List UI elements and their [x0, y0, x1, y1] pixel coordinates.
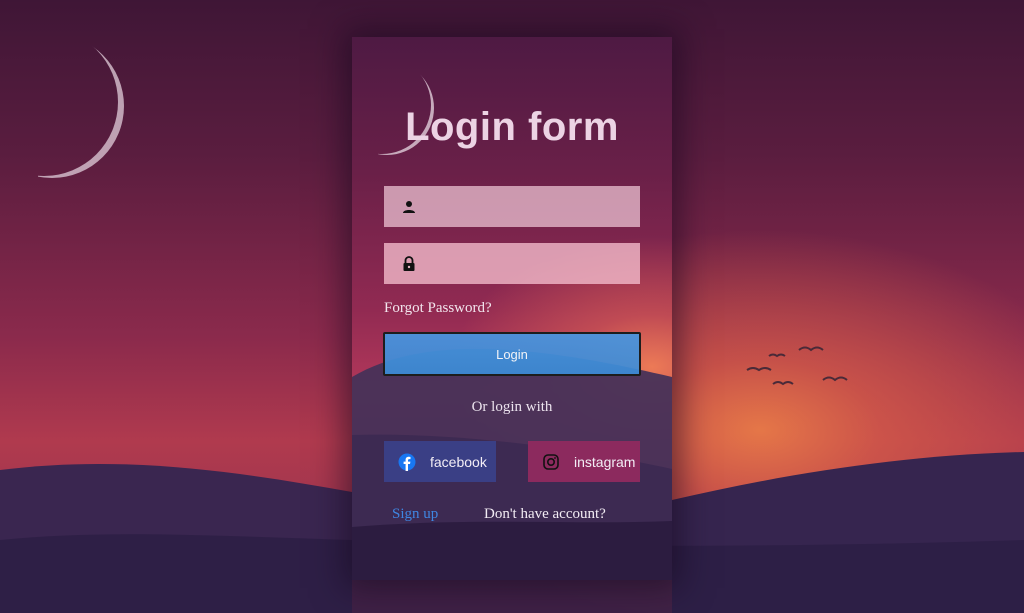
no-account-label: Don't have account? [484, 506, 606, 522]
or-login-with-label: Or login with [471, 399, 553, 415]
username-field[interactable] [384, 185, 640, 228]
password-input[interactable] [434, 242, 640, 285]
moon-icon [38, 34, 124, 178]
username-input[interactable] [434, 185, 640, 228]
birds-icon [746, 346, 848, 386]
page-title: Login form [405, 105, 619, 149]
lock-icon [384, 255, 434, 272]
instagram-icon [528, 453, 574, 470]
login-card: Login form Forgot Password? Login Or log… [352, 37, 672, 580]
facebook-icon [384, 453, 430, 471]
instagram-login-button[interactable]: instagram [528, 441, 640, 482]
forgot-password-link[interactable]: Forgot Password? [384, 300, 492, 317]
sign-up-link[interactable]: Sign up [392, 506, 438, 523]
password-field[interactable] [384, 242, 640, 285]
facebook-login-button[interactable]: facebook [384, 441, 496, 482]
person-icon [384, 200, 434, 214]
login-button[interactable]: Login [383, 332, 641, 376]
instagram-label: instagram [574, 453, 636, 470]
facebook-label: facebook [430, 453, 487, 470]
